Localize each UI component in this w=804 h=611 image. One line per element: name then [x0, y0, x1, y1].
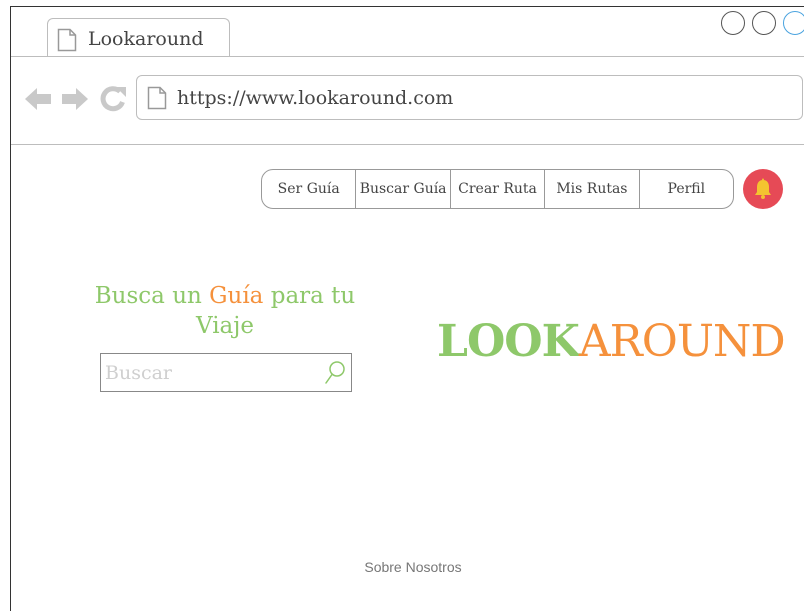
window-minimize-button[interactable] [721, 11, 745, 35]
doc-icon [147, 86, 167, 110]
nav-item-buscar-guia[interactable]: Buscar Guía [355, 170, 449, 208]
address-bar[interactable]: https://www.lookaround.com [136, 75, 803, 120]
browser-tab[interactable]: Lookaround [47, 18, 230, 56]
tab-strip-divider [11, 56, 804, 57]
main-nav: Ser Guía Buscar Guía Crear Ruta Mis Ruta… [261, 169, 734, 209]
nav-item-perfil[interactable]: Perfil [638, 170, 733, 208]
notifications-button[interactable] [743, 169, 783, 209]
back-arrow-icon[interactable] [24, 86, 52, 112]
about-us-link[interactable]: Sobre Nosotros [333, 559, 493, 575]
search-icon[interactable] [324, 360, 346, 386]
search-headline: Busca un Guía para tu Viaje [80, 281, 370, 341]
site-logo: LOOKAROUND [437, 314, 786, 370]
search-box [100, 353, 352, 392]
headline-text-start: Busca un [94, 283, 210, 309]
nav-item-mis-rutas[interactable]: Mis Rutas [544, 170, 638, 208]
logo-part-around: AROUND [578, 316, 786, 367]
window-maximize-button[interactable] [752, 11, 776, 35]
reload-icon[interactable] [100, 86, 128, 112]
search-input[interactable] [105, 359, 315, 387]
window-close-button[interactable] [783, 11, 804, 35]
nav-item-crear-ruta[interactable]: Crear Ruta [449, 170, 544, 208]
url-text: https://www.lookaround.com [177, 87, 454, 109]
headline-accent: Guía [209, 283, 264, 309]
toolbar-divider [11, 144, 804, 145]
logo-part-look: LOOK [437, 316, 580, 367]
nav-item-ser-guia[interactable]: Ser Guía [262, 170, 355, 208]
doc-icon [57, 28, 77, 52]
forward-arrow-icon[interactable] [61, 86, 89, 112]
bell-icon [755, 178, 771, 199]
tab-title: Lookaround [88, 28, 204, 50]
